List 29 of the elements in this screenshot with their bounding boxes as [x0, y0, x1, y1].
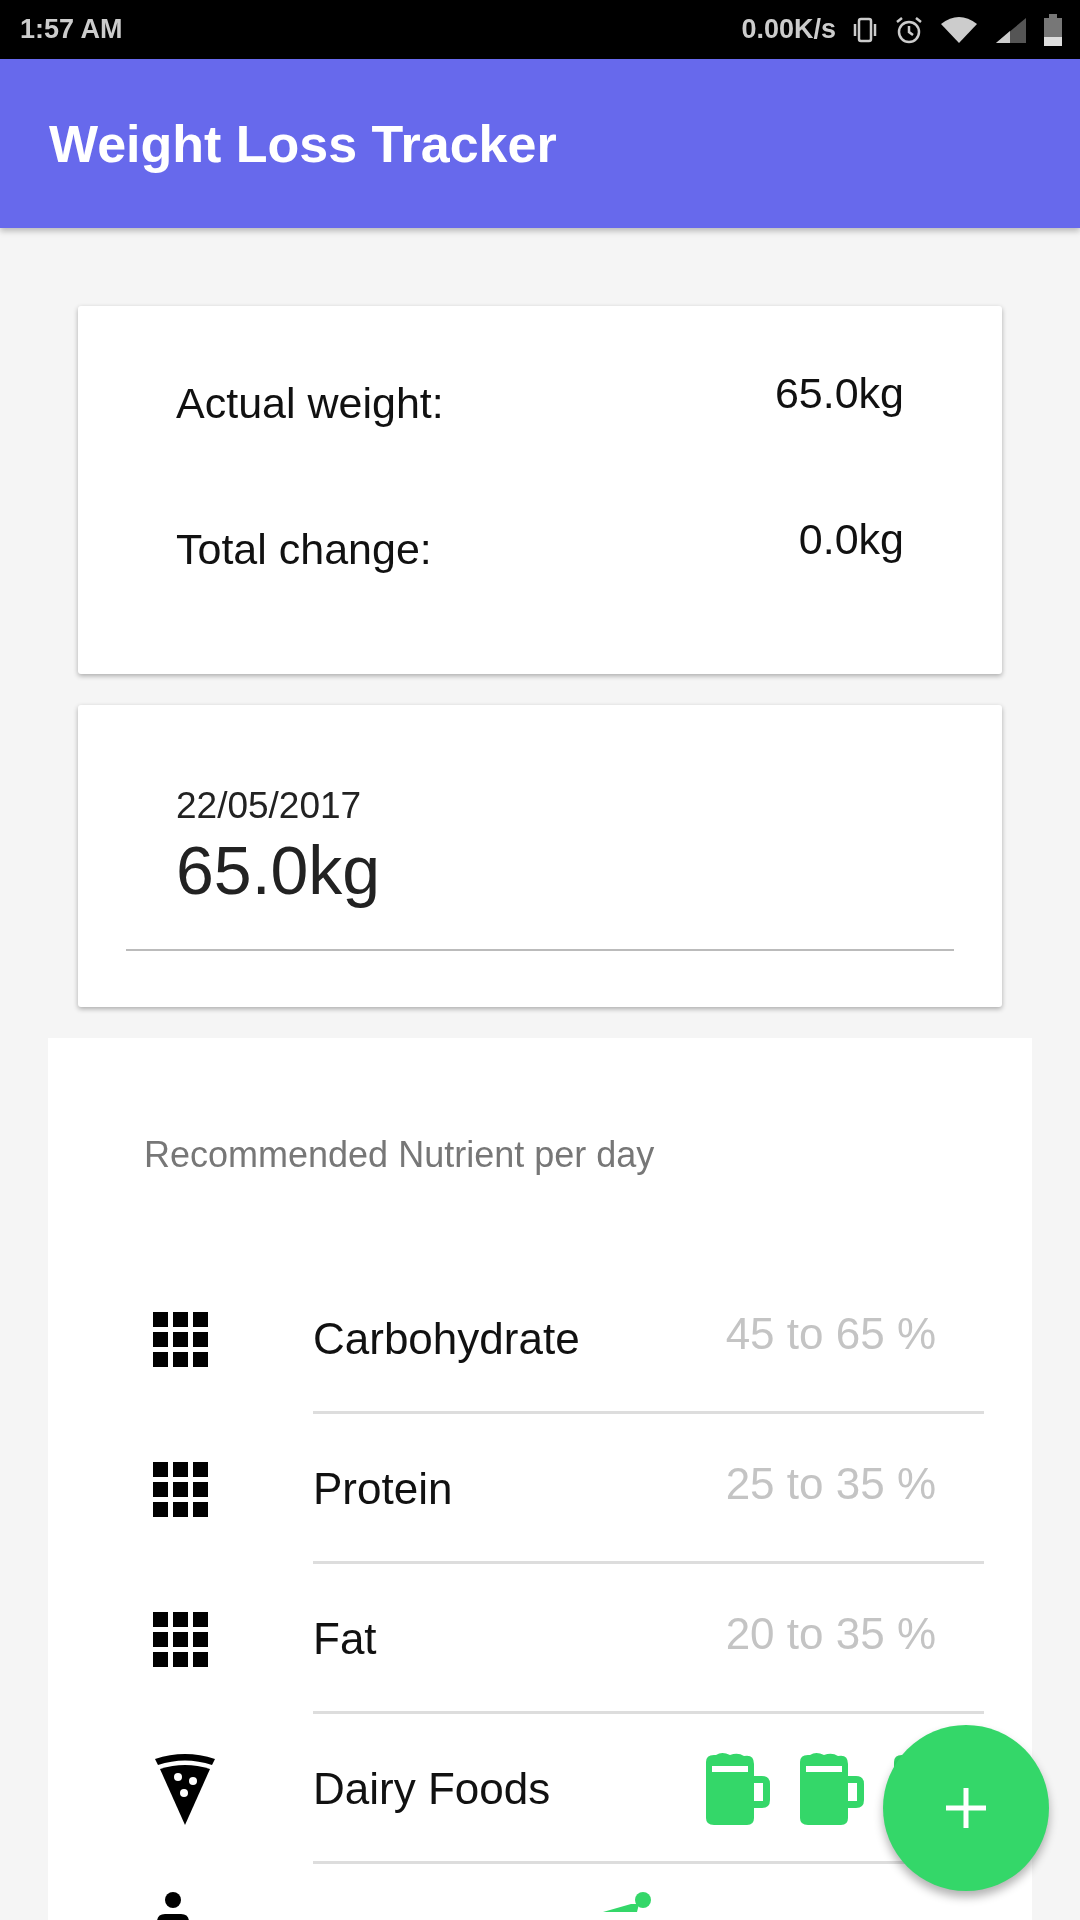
wifi-icon [940, 15, 978, 44]
summary-label: Actual weight: [176, 379, 444, 428]
entry-card[interactable]: 22/05/2017 65.0kg [78, 705, 1002, 1007]
nutrient-name: Fat [313, 1614, 378, 1664]
plus-icon [944, 1786, 988, 1830]
nutrient-range: 45 to 65 % [725, 1309, 936, 1359]
nutrient-range: 25 to 35 % [725, 1459, 936, 1509]
nutrient-heading: Recommended Nutrient per day [144, 1134, 656, 1177]
summary-value: 0.0kg [798, 515, 904, 564]
grid-icon [153, 1311, 208, 1367]
nutrient-name: Protein [313, 1464, 454, 1514]
status-time: 1:57 AM [20, 14, 123, 45]
app-title: Weight Loss Tracker [49, 113, 557, 174]
nutrient-name: Dairy Foods [313, 1764, 552, 1814]
runner-icon [603, 1892, 653, 1912]
alarm-icon [894, 14, 924, 45]
signal-icon [994, 15, 1028, 44]
entry-weight: 65.0kg [175, 831, 382, 909]
pizza-icon [153, 1753, 217, 1825]
summary-value: 65.0kg [774, 369, 904, 418]
nutrient-name: Carbohydrate [313, 1314, 581, 1364]
nutrient-range: 20 to 35 % [725, 1609, 936, 1659]
grid-icon [153, 1611, 208, 1667]
summary-label: Total change: [176, 525, 432, 574]
battery-icon [1044, 13, 1062, 46]
network-speed: 0.00K/s [741, 14, 836, 45]
vibrate-icon [852, 15, 878, 44]
entry-date: 22/05/2017 [175, 785, 363, 827]
grid-icon [153, 1461, 208, 1517]
